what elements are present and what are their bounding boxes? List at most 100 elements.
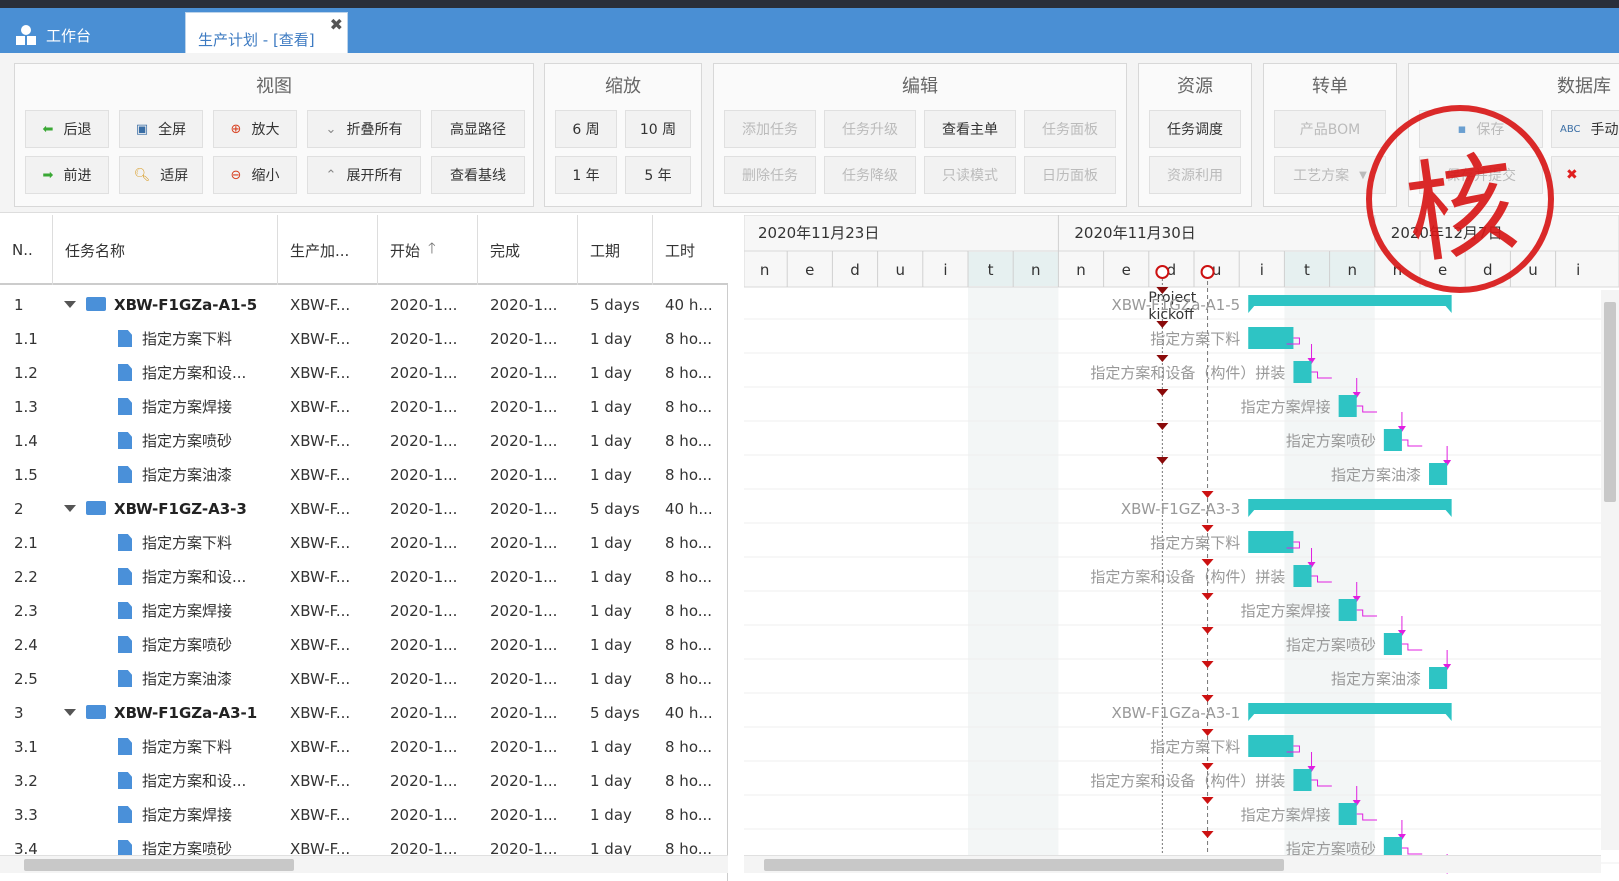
- cell-prod: XBW-F...: [290, 806, 351, 824]
- cancel-button[interactable]: ✖: [1551, 156, 1619, 194]
- view-baseline-label: 查看基线: [450, 168, 506, 184]
- collapse-toggle-icon[interactable]: [64, 301, 76, 308]
- gantt-vscroll-thumb[interactable]: [1604, 302, 1616, 502]
- collapse-all-button[interactable]: ⌄ 折叠所有: [307, 110, 421, 148]
- cell-prod: XBW-F...: [290, 296, 351, 314]
- grid-scroll-thumb[interactable]: [24, 859, 294, 871]
- dependency-link: [1401, 439, 1423, 447]
- manual-button[interactable]: ABC 手动: [1551, 110, 1619, 148]
- zoom-5-years-button[interactable]: 5 年: [625, 156, 691, 194]
- table-row[interactable]: 3.1 指定方案下料 XBW-F... 2020-1... 2020-1... 1 day…: [0, 727, 728, 761]
- col-header-production[interactable]: 生产加...: [278, 215, 378, 285]
- task-upgrade-button[interactable]: 任务升级: [824, 110, 916, 148]
- gantt-canvas: 2020年11月23日 2020年11月30日 2020年12月7日n e d u i t n n…: [744, 215, 1619, 874]
- top-strip: [0, 0, 1619, 8]
- cell-start: 2020-1...: [390, 568, 458, 586]
- zoom-1-year-button[interactable]: 1 年: [555, 156, 617, 194]
- task-bar: [1293, 565, 1312, 587]
- fit-screen-button[interactable]: 🔍︎ 适屏: [119, 156, 203, 194]
- zoom-out-button[interactable]: ⊖ 缩小: [213, 156, 297, 194]
- delete-task-button[interactable]: 删除任务: [724, 156, 816, 194]
- gantt-horizontal-scrollbar[interactable]: [744, 855, 1601, 873]
- col-header-duration[interactable]: 工期: [578, 215, 653, 285]
- forward-button[interactable]: ➡ 前进: [25, 156, 109, 194]
- col-header-start-label: 开始: [390, 241, 421, 260]
- tab-home[interactable]: 工作台: [14, 20, 91, 50]
- main-content: N.. 任务名称 生产加... 开始 🡑 完成 工期 工时 1 XBW-F1GZa-…: [0, 215, 1619, 881]
- grid-horizontal-scrollbar[interactable]: [0, 855, 728, 873]
- task-name: 指定方案油漆: [142, 466, 233, 484]
- zoom-in-button[interactable]: ⊕ 放大: [213, 110, 297, 148]
- col-header-end[interactable]: 完成: [478, 215, 578, 285]
- back-button[interactable]: ⬅ 后退: [25, 110, 109, 148]
- task-dispatch-button[interactable]: 任务调度: [1149, 110, 1241, 148]
- table-row[interactable]: 2.1 指定方案下料 XBW-F... 2020-1... 2020-1... 1 day…: [0, 523, 728, 557]
- close-tab-icon[interactable]: ✖: [330, 15, 343, 34]
- timeline-day-label: u: [1528, 261, 1538, 279]
- table-row[interactable]: 1 XBW-F1GZa-A1-5 XBW-F... 2020-1... 2020-1..…: [0, 285, 728, 319]
- fullscreen-button[interactable]: ▣ 全屏: [119, 110, 203, 148]
- add-task-button[interactable]: 添加任务: [724, 110, 816, 148]
- view-main-button[interactable]: 查看主单: [924, 110, 1016, 148]
- product-bom-button[interactable]: 产品BOM: [1274, 110, 1386, 148]
- file-icon: [118, 398, 132, 415]
- view-baseline-button[interactable]: 查看基线: [431, 156, 525, 194]
- zoom-6-weeks-button[interactable]: 6 周: [555, 110, 617, 148]
- col-header-work[interactable]: 工时: [653, 215, 728, 285]
- timeline-day-label: u: [895, 261, 905, 279]
- collapse-toggle-icon[interactable]: [64, 505, 76, 512]
- table-row[interactable]: 2.2 指定方案和设... XBW-F... 2020-1... 2020-1... 1 …: [0, 557, 728, 591]
- table-row[interactable]: 3.3 指定方案焊接 XBW-F... 2020-1... 2020-1... 1 day…: [0, 795, 728, 829]
- cell-n: 2.3: [14, 602, 38, 620]
- cell-dur: 5 days: [590, 500, 640, 518]
- table-row[interactable]: 3 XBW-F1GZa-A3-1 XBW-F... 2020-1... 2020-1..…: [0, 693, 728, 727]
- cell-prod: XBW-F...: [290, 432, 351, 450]
- kickoff-marker-icon: [1155, 265, 1170, 279]
- expand-all-button[interactable]: ⌃ 展开所有: [307, 156, 421, 194]
- arrow-left-icon: ⬅: [42, 121, 54, 137]
- resource-utilization-button[interactable]: 资源利用: [1149, 156, 1241, 194]
- zoom-10-weeks-button[interactable]: 10 周: [625, 110, 691, 148]
- table-row[interactable]: 1.1 指定方案下料 XBW-F... 2020-1... 2020-1... 1 day…: [0, 319, 728, 353]
- task-downgrade-button[interactable]: 任务降级: [824, 156, 916, 194]
- col-header-number[interactable]: N..: [0, 215, 53, 285]
- group-convert-title: 转单: [1312, 76, 1348, 97]
- gantt-task-label: 指定方案喷砂: [1286, 432, 1376, 450]
- timeline-day-label: t: [988, 261, 994, 279]
- collapse-toggle-icon[interactable]: [64, 709, 76, 716]
- cell-work: 8 ho...: [665, 772, 713, 790]
- cell-dur: 1 day: [590, 568, 632, 586]
- cell-dur: 1 day: [590, 398, 632, 416]
- gantt-hscroll-thumb[interactable]: [764, 859, 1284, 871]
- table-row[interactable]: 1.5 指定方案油漆 XBW-F... 2020-1... 2020-1... 1 day…: [0, 455, 728, 489]
- timeline-day-label: e: [805, 261, 814, 279]
- tab-production-plan[interactable]: 生产计划 - [查看] ✖: [185, 12, 348, 54]
- col-header-task-name[interactable]: 任务名称: [53, 215, 278, 285]
- gantt-vertical-scrollbar[interactable]: [1601, 290, 1619, 850]
- readonly-mode-button[interactable]: 只读模式: [924, 156, 1016, 194]
- table-row[interactable]: 1.3 指定方案焊接 XBW-F... 2020-1... 2020-1... 1 day…: [0, 387, 728, 421]
- task-bar: [1383, 429, 1402, 451]
- cell-end: 2020-1...: [490, 636, 558, 654]
- col-header-start[interactable]: 开始 🡑: [378, 215, 478, 285]
- table-row[interactable]: 2.5 指定方案油漆 XBW-F... 2020-1... 2020-1... 1 day…: [0, 659, 728, 693]
- deadline-marker-icon: [1201, 491, 1214, 498]
- collapse-all-label: 折叠所有: [346, 122, 403, 138]
- cell-dur: 5 days: [590, 296, 640, 314]
- table-row[interactable]: 1.2 指定方案和设... XBW-F... 2020-1... 2020-1... 1 …: [0, 353, 728, 387]
- task-panel-button[interactable]: 任务面板: [1024, 110, 1116, 148]
- table-row[interactable]: 3.2 指定方案和设... XBW-F... 2020-1... 2020-1... 1 …: [0, 761, 728, 795]
- file-icon: [118, 738, 132, 755]
- dropdown-arrow-icon: ▼: [1359, 169, 1367, 181]
- gantt-task-label: 指定方案喷砂: [1286, 636, 1376, 654]
- calendar-panel-button[interactable]: 日历面板: [1024, 156, 1116, 194]
- table-row[interactable]: 2.3 指定方案焊接 XBW-F... 2020-1... 2020-1... 1 day…: [0, 591, 728, 625]
- table-row[interactable]: 2.4 指定方案喷砂 XBW-F... 2020-1... 2020-1... 1 day…: [0, 625, 728, 659]
- cell-work: 8 ho...: [665, 330, 713, 348]
- cell-start: 2020-1...: [390, 500, 458, 518]
- task-bar: [1338, 599, 1357, 621]
- task-bar: [1248, 531, 1294, 553]
- table-row[interactable]: 1.4 指定方案喷砂 XBW-F... 2020-1... 2020-1... 1 day…: [0, 421, 728, 455]
- highlight-path-button[interactable]: 高显路径: [431, 110, 525, 148]
- table-row[interactable]: 2 XBW-F1GZ-A3-3 XBW-F... 2020-1... 2020-1...…: [0, 489, 728, 523]
